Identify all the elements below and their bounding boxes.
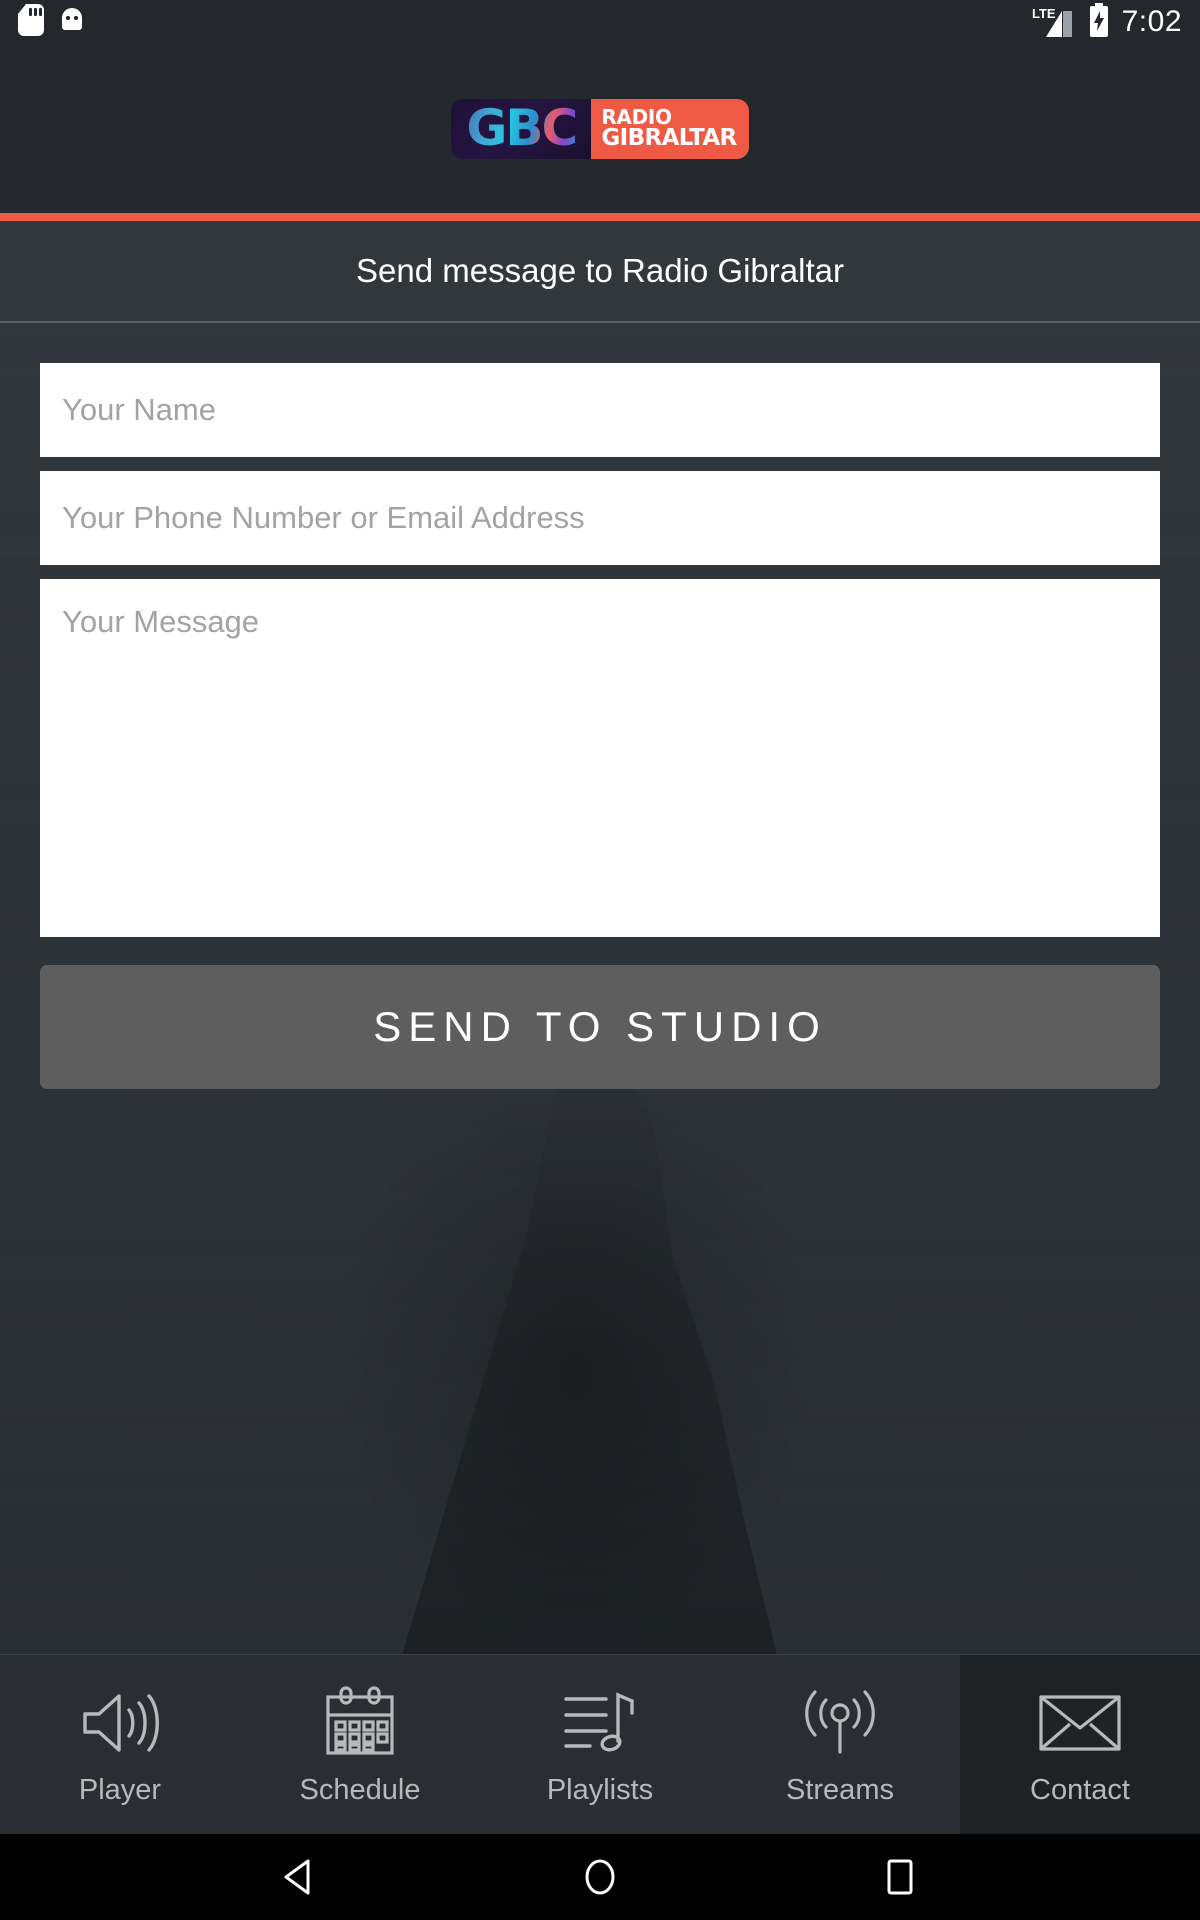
background-rock-silhouette [402,1014,777,1654]
recents-square-icon[interactable] [865,1842,935,1912]
tab-label-streams: Streams [786,1774,894,1806]
tab-label-playlists: Playlists [546,1774,654,1806]
contact-input[interactable] [40,471,1160,565]
tab-player[interactable]: Player [0,1655,240,1834]
bottom-tab-bar: Player Schedule Playlists Streams Contac… [0,1654,1200,1834]
contact-form: SEND TO STUDIO [0,323,1200,1089]
status-bar-left-icons [18,3,86,41]
brand-line-radio: RADIO [601,104,672,129]
gbc-radio-gibraltar-logo: GBC RADIO GIBRALTAR [451,98,749,159]
tab-label-contact: Contact [1030,1774,1130,1806]
status-bar-clock: 7:02 [1121,5,1182,38]
android-navigation-bar [0,1834,1200,1920]
sd-card-icon [18,3,44,41]
content-area: SEND TO STUDIO [0,323,1200,1654]
back-triangle-icon[interactable] [265,1842,335,1912]
tab-schedule[interactable]: Schedule [240,1655,480,1834]
accent-divider [0,213,1200,221]
page-title-bar: Send message to Radio Gibraltar [0,221,1200,323]
tab-contact[interactable]: Contact [960,1655,1200,1834]
home-circle-icon[interactable] [565,1842,635,1912]
svg-text:LTE: LTE [1032,6,1056,21]
page-title: Send message to Radio Gibraltar [356,252,844,289]
radio-gibraltar-wordmark: RADIO GIBRALTAR [591,98,749,159]
message-input[interactable] [40,579,1160,937]
name-input[interactable] [40,363,1160,457]
battery-charging-icon [1088,2,1110,42]
status-bar: LTE 7:02 [0,0,1200,44]
broadcast-antenna-icon [794,1682,886,1764]
app-root: LTE 7:02 GBC RADIO GIBRALTAR Send messag… [0,0,1200,1920]
app-logo-header: GBC RADIO GIBRALTAR [0,44,1200,213]
status-bar-right-icons: LTE 7:02 [1032,2,1182,42]
gbc-logo-text: GBC [466,98,578,157]
playlist-music-icon [554,1682,646,1764]
signal-bars-icon: LTE [1032,5,1076,39]
envelope-icon [1034,1682,1126,1764]
tab-streams[interactable]: Streams [720,1655,960,1834]
brand-line-gibraltar: GIBRALTAR [601,124,737,151]
speaker-volume-icon [74,1682,166,1764]
android-robot-icon [58,6,86,39]
calendar-icon [314,1682,406,1764]
gbc-logo-mark: GBC [451,98,592,159]
tab-label-player: Player [78,1774,162,1806]
tab-label-schedule: Schedule [299,1774,421,1806]
tab-playlists[interactable]: Playlists [480,1655,720,1834]
send-to-studio-button[interactable]: SEND TO STUDIO [40,965,1160,1089]
